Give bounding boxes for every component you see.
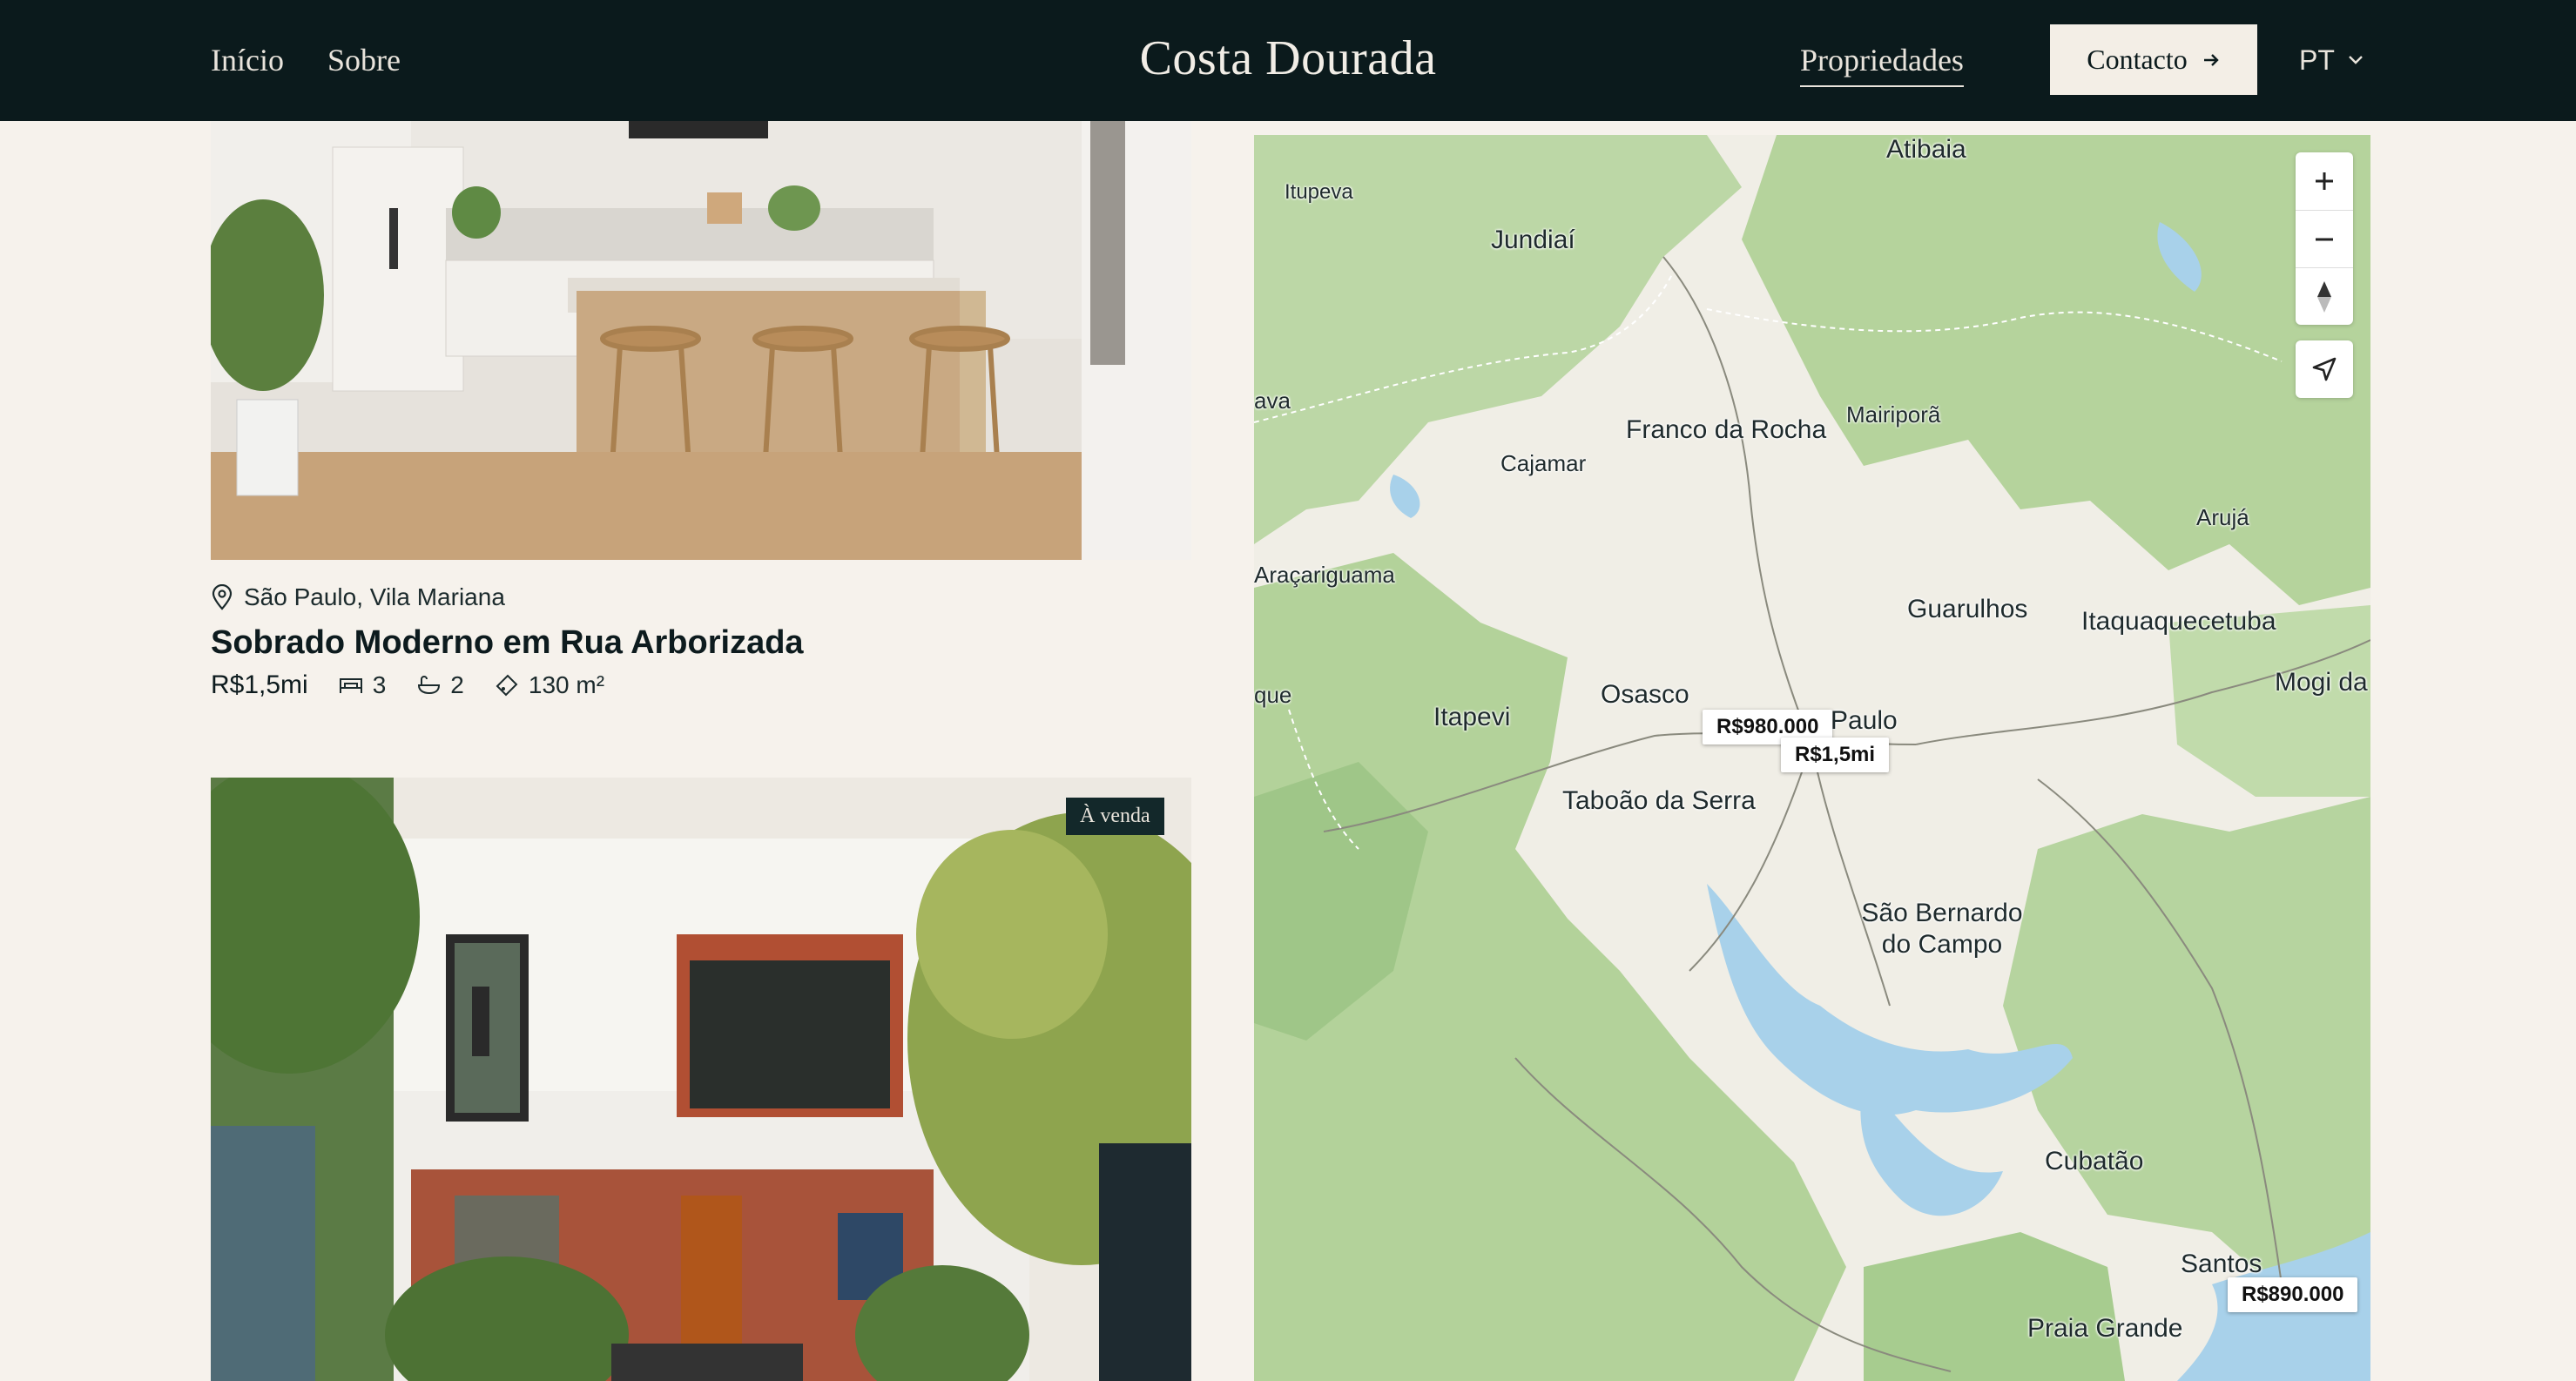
nav-link-propriedades[interactable]: Propriedades <box>1800 38 1964 87</box>
listing-title[interactable]: Sobrado Moderno em Rua Arborizada <box>211 620 804 665</box>
map-price-marker[interactable]: R$890.000 <box>2228 1277 2358 1312</box>
listing-area: 130 m² <box>494 671 604 699</box>
brand-logo[interactable]: Costa Dourada <box>1140 31 1437 85</box>
status-badge: À venda <box>1066 798 1164 835</box>
map-label-sao-bernardo: São Bernardo do Campo <box>1861 899 2023 959</box>
map-label-jundiai: Jundiaí <box>1491 226 1575 254</box>
language-label: PT <box>2299 44 2335 76</box>
map-label-guarulhos: Guarulhos <box>1907 595 2028 623</box>
site-header: Início Sobre Costa Dourada Propriedades … <box>0 0 2576 121</box>
map-label-partial-left-2: que <box>1254 682 1292 708</box>
listing-photo-townhouse[interactable] <box>211 778 1191 1381</box>
nav-link-sobre[interactable]: Sobre <box>327 38 401 82</box>
map-label-atibaia: Atibaia <box>1886 135 1966 164</box>
map-label-aruja: Arujá <box>2196 504 2249 530</box>
map-price-marker[interactable]: R$1,5mi <box>1781 738 1890 772</box>
compass-icon <box>2317 280 2331 313</box>
ruler-tag-icon <box>496 674 518 697</box>
map-label-sao-paulo: Paulo <box>1831 706 1898 735</box>
listing-bedrooms: 3 <box>338 671 387 699</box>
listing-bathrooms-value: 2 <box>450 671 464 698</box>
zoom-out-button[interactable] <box>2296 210 2353 267</box>
listing-bedrooms-value: 3 <box>372 671 387 698</box>
listing-photo-kitchen[interactable] <box>211 121 1191 560</box>
map-label-mogi-da: Mogi da <box>2275 668 2368 697</box>
chevron-down-icon <box>2349 56 2363 64</box>
minus-icon <box>2316 238 2333 240</box>
reset-bearing-button[interactable] <box>2296 267 2353 325</box>
nav-link-inicio[interactable]: Início <box>211 38 284 82</box>
map-label-taboao-da-serra: Taboão da Serra <box>1562 786 1756 815</box>
listing-location: São Paulo, Vila Mariana <box>211 583 505 611</box>
map-label-itaquaquecetuba: Itaquaquecetuba <box>2081 607 2276 636</box>
contact-button[interactable]: Contacto <box>2050 24 2257 95</box>
map-pin-icon <box>212 584 233 610</box>
listing-price: R$1,5mi <box>211 670 308 699</box>
map-label-praia-grande: Praia Grande <box>2027 1314 2183 1343</box>
map-label-mairipora: Mairiporã <box>1846 401 1941 428</box>
map-label-partial-left-1: ava <box>1254 387 1291 414</box>
map-label-franco-da-rocha: Franco da Rocha <box>1626 415 1827 444</box>
listing-location-text: São Paulo, Vila Mariana <box>244 583 505 610</box>
map-label-santos: Santos <box>2181 1250 2262 1278</box>
map-label-itapevi: Itapevi <box>1433 703 1511 731</box>
map-label-cajamar: Cajamar <box>1500 450 1587 476</box>
map-label-cubatao: Cubatão <box>2045 1147 2144 1176</box>
bed-icon <box>339 678 362 693</box>
arrow-right-icon <box>2203 53 2219 66</box>
property-map[interactable]: Atibaia Itupeva Jundiaí Franco da Rocha … <box>1254 135 2370 1381</box>
listing-meta: R$1,5mi 3 2 130 m² <box>211 670 604 700</box>
locate-arrow-icon <box>2312 357 2337 381</box>
map-label-aracariguama: Araçariguama <box>1254 562 1395 588</box>
language-selector[interactable]: PT <box>2299 38 2364 82</box>
map-label-itupeva: Itupeva <box>1285 180 1353 204</box>
zoom-in-button[interactable] <box>2296 152 2353 210</box>
locate-button[interactable] <box>2296 340 2353 398</box>
contact-button-label: Contacto <box>2087 44 2188 75</box>
plus-icon <box>2316 172 2333 190</box>
bath-icon <box>418 676 441 695</box>
map-zoom-controls <box>2296 152 2353 325</box>
map-locate-control <box>2296 340 2353 398</box>
listing-bathrooms: 2 <box>415 671 464 699</box>
listing-area-value: 130 m² <box>528 671 605 698</box>
map-label-osasco: Osasco <box>1601 680 1689 709</box>
